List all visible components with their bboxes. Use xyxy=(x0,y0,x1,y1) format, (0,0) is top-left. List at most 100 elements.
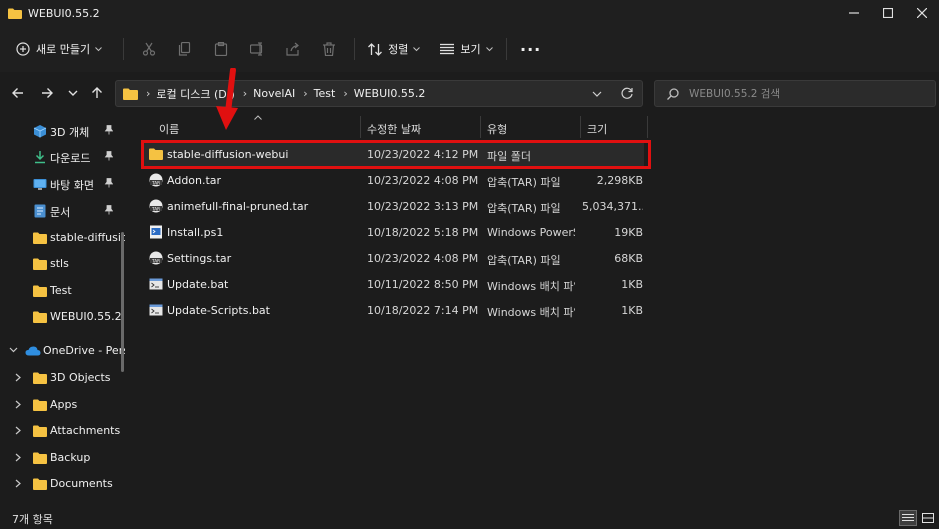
breadcrumb-item[interactable]: NovelAI xyxy=(253,87,295,100)
address-bar[interactable]: › 로컬 디스크 (D:) › NovelAI › Test › WEBUI0.… xyxy=(115,80,643,107)
chevron-down-icon[interactable] xyxy=(9,346,18,354)
view-list-icon xyxy=(440,43,455,55)
folder-icon xyxy=(33,399,47,411)
sidebar-item-label: 바탕 화면 xyxy=(50,179,94,192)
paste-button[interactable] xyxy=(203,34,239,64)
close-icon xyxy=(917,8,927,18)
sidebar-item-attachments[interactable]: Attachments xyxy=(0,419,125,443)
sidebar-item-label: 3D 개체 xyxy=(50,126,90,139)
copy-button[interactable] xyxy=(167,34,203,64)
sidebar-item-3d-objects-onedrive[interactable]: 3D Objects xyxy=(0,366,125,390)
back-button[interactable] xyxy=(7,82,29,104)
chevron-down-icon xyxy=(95,46,102,51)
file-row[interactable]: Install.ps1 10/18/2022 5:18 PM Windows P… xyxy=(142,219,644,245)
file-size: 19KB xyxy=(614,226,643,239)
tiles-view-button[interactable] xyxy=(919,510,937,526)
breadcrumb-item[interactable]: WEBUI0.55.2 xyxy=(354,87,426,100)
rename-button[interactable] xyxy=(239,34,275,64)
new-button[interactable]: 새로 만들기 xyxy=(16,34,116,64)
sidebar-item-downloads[interactable]: 다운로드 xyxy=(0,145,125,169)
sidebar-item-3d-objects[interactable]: 3D 개체 xyxy=(0,119,125,143)
column-header-row: 이름 수정한 날짜 유형 크기 xyxy=(129,114,939,140)
trash-icon xyxy=(323,42,336,56)
sidebar-scrollbar[interactable] xyxy=(121,232,124,372)
up-button[interactable] xyxy=(86,82,108,104)
chevron-right-icon[interactable] xyxy=(15,373,21,382)
sidebar-item-apps[interactable]: Apps xyxy=(0,393,125,417)
chevron-down-icon xyxy=(592,91,602,97)
sidebar-item-label: 문서 xyxy=(50,206,71,219)
sort-dropdown[interactable]: 정렬 xyxy=(362,34,426,64)
sidebar-item-webui[interactable]: WEBUI0.55.2 xyxy=(0,305,125,329)
recent-locations-button[interactable] xyxy=(62,82,84,104)
sidebar-item-label: 다운로드 xyxy=(50,152,91,165)
column-header-name[interactable]: 이름 xyxy=(159,121,179,137)
command-bar: 새로 만들기 정렬 보기 ··· xyxy=(0,26,939,72)
folder-icon xyxy=(33,425,47,437)
file-row[interactable]: TAR Addon.tar 10/23/2022 4:08 PM 압축(TAR)… xyxy=(142,167,644,193)
cut-button[interactable] xyxy=(131,34,167,64)
sidebar-item-desktop[interactable]: 바탕 화면 xyxy=(0,172,125,196)
chevron-right-icon[interactable] xyxy=(15,400,21,409)
file-row[interactable]: Update-Scripts.bat 10/18/2022 7:14 PM Wi… xyxy=(142,297,644,323)
sidebar-item-onedrive[interactable]: OneDrive - Perso xyxy=(0,339,125,363)
clipboard-icon xyxy=(215,42,228,56)
tiles-view-icon xyxy=(922,513,934,523)
sidebar-item-label: stable-diffusion xyxy=(50,231,125,244)
column-divider[interactable] xyxy=(580,116,581,138)
sidebar-item-test[interactable]: Test xyxy=(0,279,125,303)
search-box[interactable]: WEBUI0.55.2 검색 xyxy=(654,80,936,107)
file-row[interactable]: TAR animefull-final-pruned.tar 10/23/202… xyxy=(142,193,644,219)
sidebar-item-label: OneDrive - Perso xyxy=(43,344,125,357)
column-divider[interactable] xyxy=(480,116,481,138)
sidebar-item-stable-diffusion[interactable]: stable-diffusion xyxy=(0,226,125,250)
refresh-button[interactable] xyxy=(620,86,634,103)
file-row[interactable]: Update.bat 10/11/2022 8:50 PM Windows 배치… xyxy=(142,271,644,297)
file-type: Windows PowerS... xyxy=(487,226,575,239)
more-options-button[interactable]: ··· xyxy=(514,34,548,64)
view-dropdown[interactable]: 보기 xyxy=(434,34,498,64)
breadcrumb-item[interactable]: Test xyxy=(314,87,336,100)
maximize-button[interactable] xyxy=(871,0,905,26)
sort-label: 정렬 xyxy=(388,43,409,56)
sidebar-item-documents[interactable]: 문서 xyxy=(0,199,125,223)
minimize-button[interactable] xyxy=(837,0,871,26)
column-divider[interactable] xyxy=(647,116,648,138)
sidebar-item-label: Test xyxy=(50,284,72,297)
separator xyxy=(505,38,507,60)
column-divider[interactable] xyxy=(360,116,361,138)
column-header-type[interactable]: 유형 xyxy=(487,121,507,137)
column-header-date[interactable]: 수정한 날짜 xyxy=(367,121,421,137)
chevron-right-icon[interactable] xyxy=(15,453,21,462)
column-header-size[interactable]: 크기 xyxy=(587,121,607,137)
sidebar-item-documents-onedrive[interactable]: Documents xyxy=(0,472,125,496)
file-size: 68KB xyxy=(614,252,643,265)
powershell-script-icon xyxy=(150,225,162,239)
chevron-right-icon[interactable] xyxy=(15,426,21,435)
file-date: 10/23/2022 4:08 PM xyxy=(367,252,479,265)
status-bar: 7개 항목 xyxy=(0,507,939,529)
delete-button[interactable] xyxy=(311,34,347,64)
view-label: 보기 xyxy=(460,43,481,56)
folder-icon xyxy=(33,232,47,244)
share-button[interactable] xyxy=(275,34,311,64)
folder-icon xyxy=(8,8,22,19)
sidebar-item-label: Backup xyxy=(50,451,91,464)
file-row[interactable]: TAR Settings.tar 10/23/2022 4:08 PM 압축(T… xyxy=(142,245,644,271)
navigation-pane: 3D 개체 다운로드 바탕 화면 문서 stable-diffusion stl… xyxy=(0,114,125,507)
red-arrow-annotation xyxy=(216,68,238,130)
sidebar-item-label: Attachments xyxy=(50,424,121,437)
address-history-button[interactable] xyxy=(590,87,604,104)
details-view-button[interactable] xyxy=(899,510,917,526)
chevron-right-icon[interactable] xyxy=(15,479,21,488)
breadcrumb-separator: › xyxy=(242,87,248,100)
sidebar-item-label: stls xyxy=(50,257,69,270)
file-name: animefull-final-pruned.tar xyxy=(167,200,309,213)
forward-button[interactable] xyxy=(36,82,58,104)
tar-icon: TAR xyxy=(149,199,163,213)
file-size: 1KB xyxy=(621,278,643,291)
close-button[interactable] xyxy=(905,0,939,26)
sidebar-item-stls[interactable]: stls xyxy=(0,252,125,276)
minimize-icon xyxy=(849,12,859,14)
sidebar-item-backup[interactable]: Backup xyxy=(0,446,125,470)
